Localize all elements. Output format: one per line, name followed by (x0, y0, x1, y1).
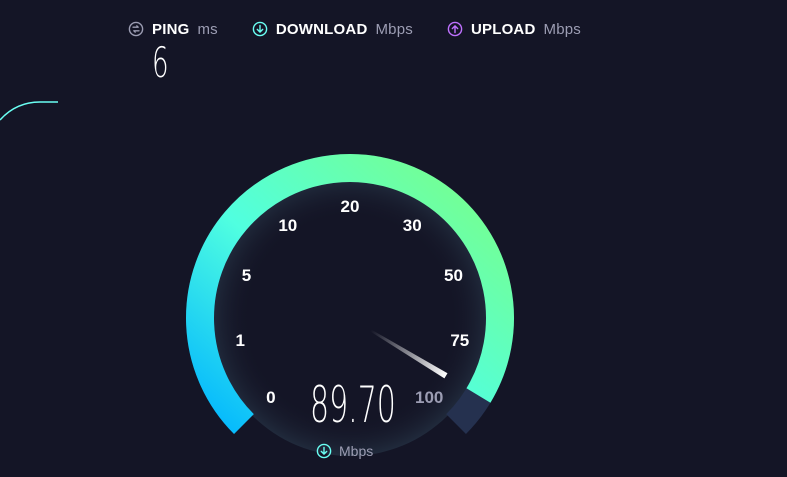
gauge-tick-label: 5 (242, 266, 251, 285)
gauge-tick-label: 1 (235, 331, 244, 350)
speed-unit-row: Mbps (316, 443, 373, 459)
download-arrow-icon (316, 443, 332, 459)
gauge-tick-label: 50 (444, 266, 463, 285)
gauge-tick-label: 30 (403, 216, 422, 235)
speed-unit-label: Mbps (339, 443, 374, 459)
gauge-tick-label: 75 (450, 331, 469, 350)
gauge-tick-label: 20 (341, 197, 360, 216)
gauge-tick-label: 10 (278, 216, 297, 235)
gauge-tick-label: 0 (266, 388, 275, 407)
gauge-tick-label: 100 (415, 388, 443, 407)
speed-value: 89.70 (310, 376, 396, 434)
